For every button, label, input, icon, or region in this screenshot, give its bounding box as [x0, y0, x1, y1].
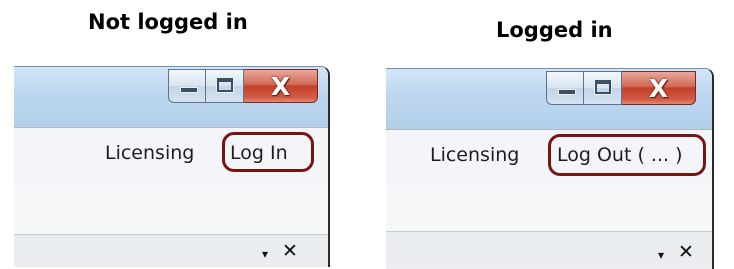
minimize-icon [558, 89, 576, 95]
minimize-button[interactable] [546, 71, 584, 105]
chevron-down-icon[interactable]: ▾ [262, 247, 268, 261]
caption-not-logged-in: Not logged in [88, 10, 248, 34]
maximize-button[interactable] [584, 71, 622, 105]
caption-logged-in: Logged in [496, 18, 613, 42]
close-icon[interactable]: ✕ [282, 240, 298, 262]
content-area [386, 186, 712, 236]
close-button[interactable]: X [622, 71, 696, 105]
tool-strip: ▾ ✕ [386, 231, 712, 269]
maximize-icon [216, 77, 234, 93]
close-icon: X [270, 72, 291, 101]
minimize-icon [180, 87, 198, 93]
log-out-menu-item[interactable]: Log Out ( ... ) [557, 144, 683, 166]
close-icon[interactable]: ✕ [678, 241, 694, 263]
menu-bar: Licensing Log Out ( ... ) [386, 130, 712, 186]
maximize-button[interactable] [206, 69, 244, 103]
tool-strip: ▾ ✕ [14, 234, 328, 267]
menu-bar: Licensing Log In [14, 128, 328, 184]
window-controls: X [546, 71, 696, 107]
maximize-icon [594, 79, 612, 95]
window-controls: X [168, 69, 318, 105]
window-logged-in: X Licensing Log Out ( ... ) ▾ ✕ [386, 68, 714, 269]
licensing-menu-item[interactable]: Licensing [430, 144, 519, 166]
title-bar: X [14, 67, 328, 128]
window-not-logged-in: X Licensing Log In ▾ ✕ [14, 66, 330, 267]
log-in-menu-item[interactable]: Log In [230, 142, 288, 164]
close-button[interactable]: X [244, 69, 318, 103]
title-bar: X [386, 69, 712, 130]
licensing-menu-item[interactable]: Licensing [105, 142, 194, 164]
minimize-button[interactable] [168, 69, 206, 103]
close-icon: X [648, 74, 669, 103]
chevron-down-icon[interactable]: ▾ [658, 248, 664, 262]
content-area [14, 184, 328, 234]
